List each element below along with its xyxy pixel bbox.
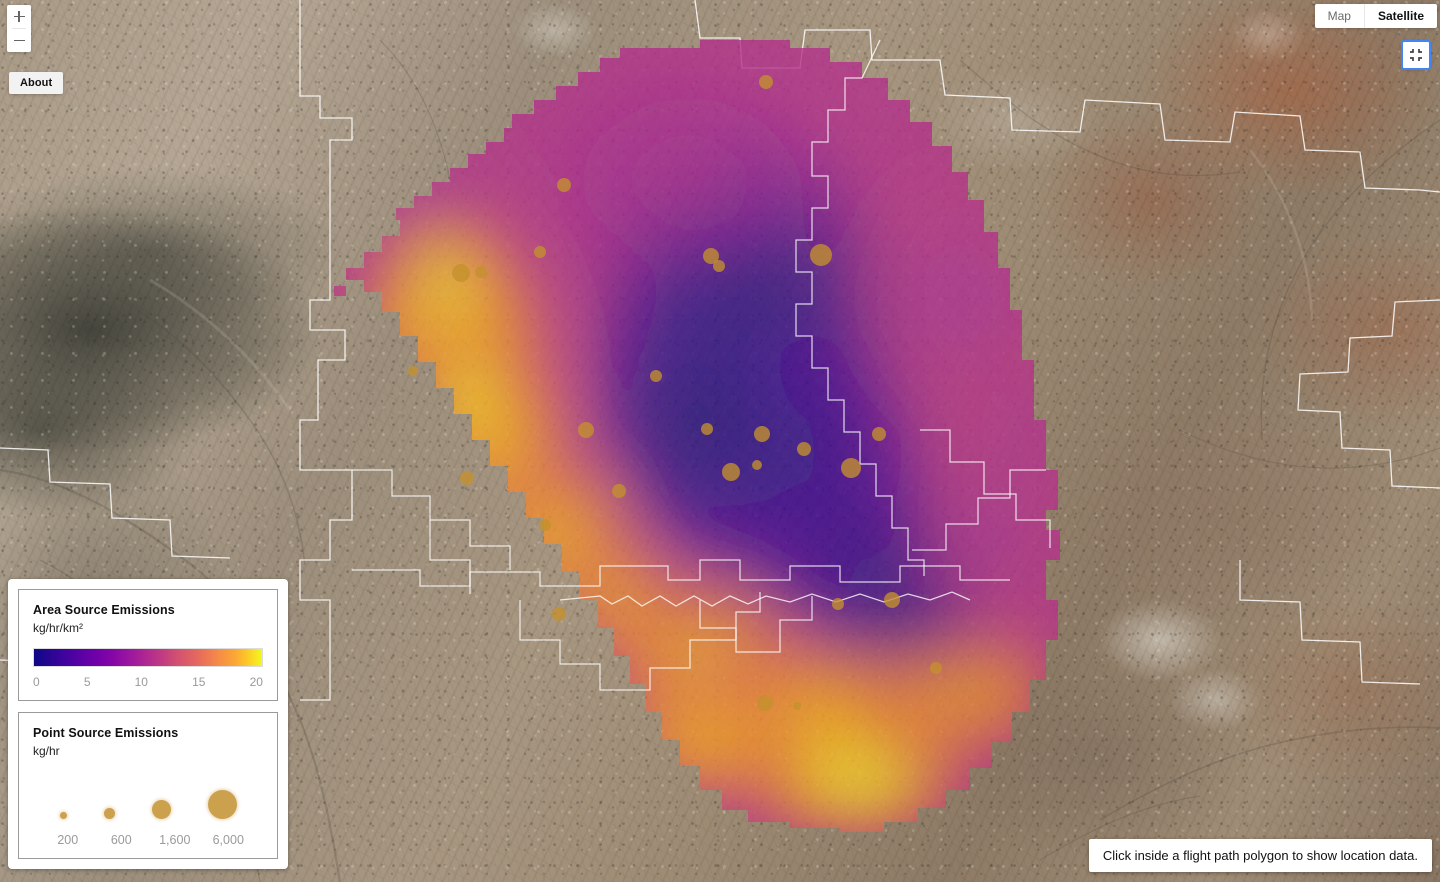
- point-legend-label-3: 6,000: [212, 833, 244, 847]
- point-source-marker[interactable]: [872, 427, 886, 441]
- colorbar-tick-1: 5: [83, 675, 91, 689]
- map-hint-tooltip: Click inside a flight path polygon to sh…: [1088, 839, 1432, 872]
- point-source-legend: Point Source Emissions kg/hr 200 600 1,6…: [18, 712, 278, 859]
- point-source-marker[interactable]: [539, 519, 551, 531]
- maptype-option-satellite[interactable]: Satellite: [1365, 4, 1437, 28]
- point-source-marker[interactable]: [810, 244, 832, 266]
- colorbar-tick-4: 20: [249, 675, 263, 689]
- point-legend-symbols: [33, 775, 263, 819]
- area-colorbar-ticks: 0 5 10 15 20: [33, 675, 263, 689]
- point-legend-symbol-cell: [207, 790, 237, 819]
- point-legend-label-1: 600: [110, 833, 132, 847]
- maptype-option-map[interactable]: Map: [1315, 4, 1365, 28]
- point-legend-dot: [151, 800, 171, 819]
- point-source-marker[interactable]: [460, 471, 474, 485]
- point-source-marker[interactable]: [534, 246, 546, 258]
- point-source-marker[interactable]: [452, 264, 470, 282]
- point-source-marker[interactable]: [793, 702, 801, 710]
- point-source-marker[interactable]: [701, 423, 713, 435]
- colorbar-tick-3: 15: [192, 675, 206, 689]
- point-source-marker[interactable]: [713, 260, 725, 272]
- point-source-marker[interactable]: [722, 463, 740, 481]
- about-button[interactable]: About: [9, 72, 64, 94]
- point-legend-symbol-cell: [151, 800, 171, 819]
- point-legend-label-2: 1,600: [159, 833, 191, 847]
- point-legend-unit: kg/hr: [33, 744, 60, 758]
- point-source-marker[interactable]: [578, 422, 594, 438]
- point-source-marker[interactable]: [612, 484, 626, 498]
- zoom-control[interactable]: [7, 5, 31, 52]
- area-legend-unit: kg/hr/km²: [33, 621, 84, 635]
- plus-icon-vertical: [18, 11, 20, 22]
- point-source-marker[interactable]: [552, 607, 566, 621]
- zoom-in-button[interactable]: [7, 5, 31, 28]
- point-source-marker[interactable]: [475, 266, 487, 278]
- map-canvas[interactable]: About Map Satellite Area Source Emission…: [0, 0, 1440, 882]
- point-source-marker[interactable]: [832, 598, 844, 610]
- point-legend-title: Point Source Emissions: [33, 726, 179, 740]
- point-legend-dot: [59, 812, 67, 819]
- point-source-marker[interactable]: [752, 460, 762, 470]
- minus-icon: [13, 39, 25, 42]
- zoom-out-button[interactable]: [7, 29, 31, 52]
- point-source-marker[interactable]: [408, 366, 418, 376]
- point-legend-label-0: 200: [57, 833, 79, 847]
- point-source-marker[interactable]: [930, 662, 942, 674]
- point-legend-symbol-cell: [103, 808, 115, 819]
- point-source-marker[interactable]: [841, 458, 861, 478]
- point-legend-labels: 200 600 1,600 6,000: [33, 833, 263, 847]
- area-colorbar: [33, 648, 263, 667]
- point-source-marker[interactable]: [650, 370, 662, 382]
- point-source-marker[interactable]: [557, 178, 571, 192]
- point-source-marker[interactable]: [759, 75, 773, 89]
- colorbar-tick-0: 0: [33, 675, 40, 689]
- exit-fullscreen-button[interactable]: [1401, 40, 1431, 70]
- point-legend-dot: [103, 808, 115, 819]
- point-legend-symbol-cell: [59, 812, 67, 819]
- colorbar-tick-2: 10: [134, 675, 148, 689]
- area-source-legend: Area Source Emissions kg/hr/km² 0 5 10 1…: [18, 589, 278, 701]
- exit-fullscreen-icon: [1410, 49, 1422, 61]
- maptype-toggle[interactable]: Map Satellite: [1314, 4, 1437, 28]
- point-source-marker[interactable]: [757, 695, 773, 711]
- point-source-marker[interactable]: [884, 592, 900, 608]
- point-source-marker[interactable]: [797, 442, 811, 456]
- point-source-marker[interactable]: [754, 426, 770, 442]
- point-legend-dot: [207, 790, 237, 819]
- area-legend-title: Area Source Emissions: [33, 603, 175, 617]
- legend-panel: Area Source Emissions kg/hr/km² 0 5 10 1…: [8, 579, 288, 869]
